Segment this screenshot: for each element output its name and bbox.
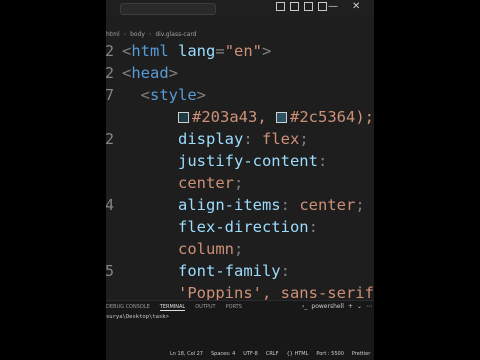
command-search-box[interactable] bbox=[120, 3, 216, 15]
status-item[interactable]: Ln 18, Col 27 bbox=[170, 351, 203, 357]
code-token: > bbox=[196, 86, 207, 104]
panel-tab[interactable]: DEBUG CONSOLE bbox=[106, 304, 150, 311]
breadcrumb-separator: › bbox=[148, 30, 152, 38]
code-token: : bbox=[280, 262, 290, 280]
code-token: ; bbox=[233, 174, 244, 192]
code-token: : bbox=[243, 130, 262, 148]
code-line[interactable]: align-items: center; bbox=[122, 194, 365, 216]
terminal-shell-label[interactable]: powershell bbox=[311, 303, 344, 310]
code-token: center bbox=[122, 174, 234, 192]
code-token: align-items bbox=[122, 196, 281, 214]
code-token: justify-content bbox=[122, 152, 318, 170]
code-token: flex-direction bbox=[122, 218, 309, 236]
code-token: ; bbox=[355, 196, 365, 214]
code-token: = bbox=[215, 42, 225, 60]
line-number: 7 bbox=[106, 86, 114, 104]
code-token: : bbox=[280, 196, 300, 214]
line-number: 2 bbox=[106, 64, 114, 82]
breadcrumb-item[interactable]: body bbox=[130, 31, 145, 38]
panel-tabs: DEBUG CONSOLE TERMINAL OUTPUT PORTS bbox=[106, 304, 242, 311]
line-number: 2 bbox=[106, 130, 114, 148]
code-token: : bbox=[317, 152, 328, 170]
panel-tab[interactable]: PORTS bbox=[226, 304, 242, 311]
code-line[interactable]: <html lang="en"> bbox=[122, 40, 271, 62]
code-token: < bbox=[122, 42, 132, 60]
panel-tab[interactable]: TERMINAL bbox=[159, 304, 186, 311]
window-controls: — ✕ bbox=[328, 1, 360, 13]
toggle-panel-icon[interactable] bbox=[290, 2, 299, 11]
add-terminal-icon[interactable]: + bbox=[348, 303, 353, 310]
code-token: head bbox=[131, 64, 169, 82]
code-editor-window: — ✕ html › body › div.glass-card 2 <html lang… bbox=[106, 0, 374, 360]
code-token: lang bbox=[178, 42, 216, 60]
code-line[interactable]: <head> bbox=[122, 62, 178, 84]
code-line[interactable]: column; bbox=[122, 238, 243, 260]
code-token: < bbox=[122, 64, 132, 82]
chevron-down-icon[interactable]: ⌄ bbox=[357, 303, 362, 310]
status-item[interactable]: {} HTML bbox=[287, 351, 309, 357]
color-swatch-icon[interactable] bbox=[276, 112, 287, 123]
close-icon[interactable]: ✕ bbox=[352, 1, 360, 13]
code-token: flex bbox=[262, 130, 300, 148]
code-token: column bbox=[122, 240, 234, 258]
code-token: ; bbox=[299, 130, 309, 148]
code-line[interactable]: display: flex; bbox=[122, 128, 309, 150]
color-swatch-icon[interactable] bbox=[178, 112, 189, 123]
line-number: 5 bbox=[106, 262, 114, 280]
line-number: 2 bbox=[106, 42, 114, 60]
line-number: 4 bbox=[106, 196, 114, 214]
terminal-toolbar: ›_ powershell + ⌄ ⋯ ✕ bbox=[302, 303, 374, 310]
code-token: : bbox=[308, 218, 318, 236]
line-number bbox=[106, 106, 114, 128]
line-number bbox=[106, 238, 114, 260]
breadcrumb-item[interactable]: div.glass-card bbox=[155, 31, 196, 38]
code-token: font-family bbox=[122, 262, 281, 280]
line-number bbox=[106, 150, 114, 172]
status-item[interactable]: Port : 5500 bbox=[316, 351, 344, 357]
code-token: #2c5364); bbox=[290, 108, 374, 126]
toggle-sidebar-icon[interactable] bbox=[276, 2, 285, 11]
code-line[interactable]: center; bbox=[122, 172, 243, 194]
toggle-secondary-sidebar-icon[interactable] bbox=[304, 2, 313, 11]
status-item[interactable]: UTF-8 bbox=[243, 351, 258, 357]
title-bar: — ✕ bbox=[106, 0, 374, 16]
status-item[interactable]: CRLF bbox=[266, 351, 279, 357]
status-item[interactable]: Spaces: 4 bbox=[211, 351, 235, 357]
status-item[interactable]: Prettier bbox=[352, 351, 370, 357]
customize-layout-icon[interactable] bbox=[318, 2, 327, 11]
breadcrumb: html › body › div.glass-card bbox=[106, 28, 197, 40]
code-token: "en" bbox=[224, 42, 263, 60]
code-line[interactable]: #203a43, #2c5364); bbox=[122, 106, 374, 128]
breadcrumb-item[interactable]: html bbox=[106, 31, 120, 38]
more-icon[interactable]: ⋯ bbox=[366, 303, 372, 310]
code-token: display bbox=[122, 130, 244, 148]
code-line[interactable]: <style> bbox=[122, 84, 206, 106]
line-number bbox=[106, 216, 114, 238]
code-line[interactable]: flex-direction: bbox=[122, 216, 318, 238]
code-token: > bbox=[262, 42, 272, 60]
code-token: > bbox=[168, 64, 179, 82]
code-token: < bbox=[122, 86, 150, 104]
code-token: html bbox=[131, 42, 179, 60]
layout-controls bbox=[276, 2, 327, 11]
code-token: center bbox=[299, 196, 356, 214]
code-token: #203a43, bbox=[192, 108, 276, 126]
line-number bbox=[106, 172, 114, 194]
code-token: ; bbox=[233, 240, 244, 258]
code-line[interactable]: justify-content: bbox=[122, 150, 327, 172]
terminal-icon: ›_ bbox=[302, 303, 308, 310]
minimize-icon[interactable]: — bbox=[328, 1, 338, 13]
code-line[interactable]: font-family: bbox=[122, 260, 290, 282]
breadcrumb-separator: › bbox=[123, 30, 127, 38]
panel-tab[interactable]: OUTPUT bbox=[195, 304, 215, 311]
terminal-prompt[interactable]: surya\Desktop\task> bbox=[106, 314, 169, 320]
status-bar: Ln 18, Col 27 Spaces: 4 UTF-8 CRLF {} HTML Po… bbox=[106, 348, 374, 360]
code-token: style bbox=[150, 86, 197, 104]
